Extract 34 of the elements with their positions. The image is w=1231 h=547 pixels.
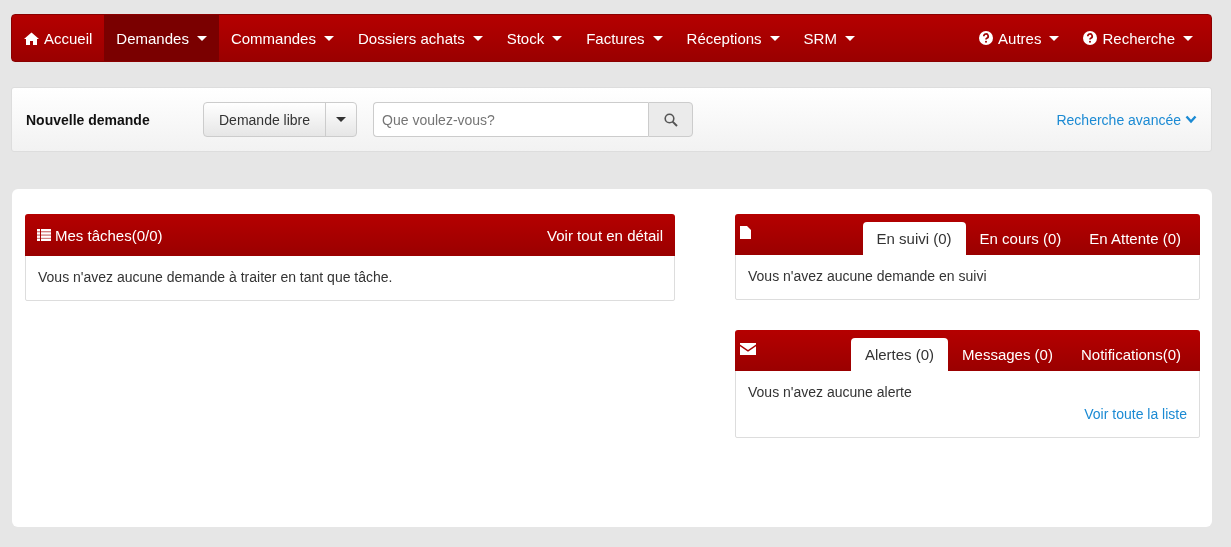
toolbar-title: Nouvelle demande <box>26 111 151 128</box>
view-details-link[interactable]: Voir tout en détail <box>547 226 663 244</box>
nav-menu-item[interactable]: Recherche <box>1071 15 1205 61</box>
nav-menu-item[interactable]: Autres <box>967 15 1072 61</box>
list-icon <box>37 229 51 241</box>
nav-menu-item[interactable]: Dossiers achats <box>345 15 495 61</box>
panel-title: Mes tâches(0/0) <box>55 226 163 244</box>
document-icon <box>740 226 751 239</box>
search-icon <box>663 112 678 127</box>
home-icon <box>24 31 39 45</box>
tab[interactable]: Notifications(0) <box>1066 338 1195 371</box>
nav-menu-item[interactable]: Accueil <box>12 15 105 61</box>
search-field[interactable]: Que voulez-vous? <box>373 102 649 137</box>
empty-message: Vous n'avez aucune demande en suivi <box>748 268 988 284</box>
view-list-link[interactable]: Voir toute la liste <box>1084 406 1187 422</box>
nav-menu-item[interactable]: Réceptions <box>674 15 792 61</box>
chevron-down-icon <box>1185 115 1197 124</box>
search-button[interactable] <box>648 102 694 137</box>
nav-menu-item[interactable]: SRM <box>791 15 867 61</box>
empty-message: Vous n'avez aucune alerte <box>748 384 913 400</box>
help-icon <box>979 31 994 45</box>
nav-menu-item[interactable]: Stock <box>494 15 575 61</box>
tab[interactable]: En Attente (0) <box>1075 222 1195 255</box>
advanced-search-link[interactable]: Recherche avancée <box>1056 111 1197 128</box>
tab[interactable]: En cours (0) <box>965 222 1076 255</box>
nav-menu-item[interactable]: Commandes <box>218 15 346 61</box>
tab[interactable]: Messages (0) <box>948 338 1067 371</box>
empty-message: Vous n'avez aucune demande à traiter en tant que tâche. <box>37 268 394 287</box>
nav-menu-item[interactable]: Demandes <box>104 15 219 61</box>
tab[interactable]: Alertes (0) <box>850 338 949 371</box>
nav-menu-item[interactable]: Factures <box>574 15 675 61</box>
help-icon <box>1083 31 1098 45</box>
tab[interactable]: En suivi (0) <box>862 222 966 255</box>
envelope-icon <box>740 342 756 355</box>
